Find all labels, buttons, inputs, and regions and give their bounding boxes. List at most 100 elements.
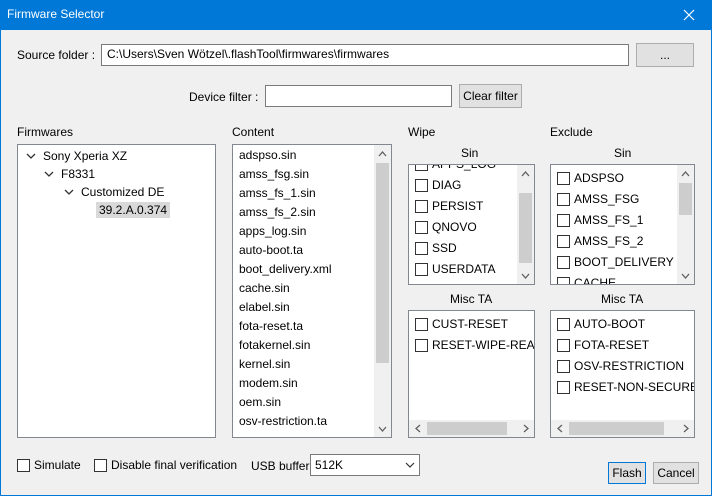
exclude-ta-item[interactable]: FOTA-RESET: [557, 338, 649, 352]
exclude-sin-item[interactable]: CACHE: [557, 276, 616, 284]
flash-button[interactable]: Flash: [608, 462, 646, 484]
clear-filter-button[interactable]: Clear filter: [459, 84, 522, 108]
wipe-sin-item[interactable]: PERSIST: [415, 199, 483, 213]
exclude-ta-item[interactable]: OSV-RESTRICTION: [557, 359, 684, 373]
content-list[interactable]: adspso.sin amss_fsg.sin amss_fs_1.sin amss_…: [232, 144, 392, 438]
tree-node-customization[interactable]: Customized DE: [62, 185, 164, 199]
exclude-ta-checkbox[interactable]: [557, 380, 570, 394]
wipe-sin-item[interactable]: USERDATA: [415, 262, 496, 276]
firmwares-heading: Firmwares: [17, 125, 73, 139]
wipe-sin-checkbox[interactable]: [415, 241, 428, 255]
arrow-left-icon[interactable]: [409, 420, 426, 437]
arrow-right-icon[interactable]: [677, 420, 694, 437]
wipe-sin-checkbox[interactable]: [415, 178, 428, 192]
content-item[interactable]: elabel.sin: [239, 300, 290, 314]
disable-verification-checkbox[interactable]: Disable final verification: [94, 458, 237, 472]
tree-node-version[interactable]: 39.2.A.0.374: [96, 202, 171, 218]
exclude-sin-scrollbar[interactable]: [677, 165, 694, 284]
content-item[interactable]: amss_fs_1.sin: [239, 186, 316, 200]
source-folder-field[interactable]: C:\Users\Sven Wötzel\.flashTool\firmware…: [101, 44, 629, 66]
content-item[interactable]: apps_log.sin: [239, 224, 306, 238]
device-filter-input[interactable]: [265, 85, 452, 107]
simulate-checkbox-box[interactable]: [17, 458, 30, 472]
content-item-label: auto-boot.ta: [239, 243, 304, 257]
arrow-up-icon[interactable]: [517, 165, 534, 182]
arrow-up-icon[interactable]: [374, 145, 391, 162]
wipe-ta-list[interactable]: CUST-RESET RESET-WIPE-REASON: [408, 310, 535, 438]
wipe-sin-list[interactable]: APPS_LOG DIAG PERSIST QNOVO SSD USERDATA: [408, 164, 535, 285]
browse-button[interactable]: ...: [636, 43, 694, 67]
wipe-ta-scroll-thumb[interactable]: [427, 422, 507, 435]
exclude-sin-checkbox[interactable]: [557, 213, 570, 227]
exclude-ta-hscrollbar[interactable]: [551, 420, 694, 437]
close-icon[interactable]: [666, 0, 712, 30]
exclude-ta-list[interactable]: AUTO-BOOT FOTA-RESET OSV-RESTRICTION RESET-…: [550, 310, 695, 438]
wipe-sin-scroll-thumb[interactable]: [519, 193, 532, 263]
content-item[interactable]: kernel.sin: [239, 357, 290, 371]
exclude-sin-checkbox[interactable]: [557, 255, 570, 269]
exclude-ta-checkbox[interactable]: [557, 338, 570, 352]
exclude-sin-item[interactable]: AMSS_FS_1: [557, 213, 643, 227]
content-item[interactable]: fota-reset.ta: [239, 319, 303, 333]
usb-buffer-select[interactable]: 512K: [310, 454, 420, 476]
exclude-ta-item[interactable]: AUTO-BOOT: [557, 317, 645, 331]
exclude-ta-item[interactable]: RESET-NON-SECURE-ADC: [557, 380, 694, 394]
content-item[interactable]: oem.sin: [239, 395, 281, 409]
exclude-sin-item[interactable]: AMSS_FS_2: [557, 234, 643, 248]
wipe-sin-item[interactable]: QNOVO: [415, 220, 477, 234]
wipe-ta-hscrollbar[interactable]: [409, 420, 534, 437]
exclude-sin-item[interactable]: BOOT_DELIVERY: [557, 255, 674, 269]
wipe-sin-checkbox[interactable]: [415, 165, 428, 171]
wipe-sin-item[interactable]: SSD: [415, 241, 457, 255]
arrow-right-icon[interactable]: [517, 420, 534, 437]
tree-node-device[interactable]: Sony Xperia XZ: [24, 149, 127, 163]
chevron-down-icon[interactable]: [24, 149, 38, 163]
disable-verification-checkbox-box[interactable]: [94, 458, 107, 472]
chevron-down-icon[interactable]: [401, 455, 419, 475]
wipe-sin-item[interactable]: APPS_LOG: [415, 165, 496, 171]
wipe-sin-checkbox[interactable]: [415, 220, 428, 234]
wipe-sin-scrollbar[interactable]: [517, 165, 534, 284]
wipe-ta-item[interactable]: RESET-WIPE-REASON: [415, 338, 534, 352]
tree-node-model[interactable]: F8331: [42, 167, 95, 181]
arrow-down-icon[interactable]: [517, 267, 534, 284]
arrow-left-icon[interactable]: [551, 420, 568, 437]
content-item[interactable]: osv-restriction.ta: [239, 414, 327, 428]
wipe-sin-item[interactable]: DIAG: [415, 178, 461, 192]
exclude-sin-checkbox[interactable]: [557, 192, 570, 206]
exclude-sin-checkbox[interactable]: [557, 234, 570, 248]
content-item[interactable]: cache.sin: [239, 281, 290, 295]
exclude-sin-item[interactable]: ADSPSO: [557, 171, 624, 185]
content-item[interactable]: auto-boot.ta: [239, 243, 303, 257]
content-item[interactable]: adspso.sin: [239, 148, 296, 162]
exclude-sin-checkbox[interactable]: [557, 276, 570, 284]
cancel-button[interactable]: Cancel: [653, 462, 699, 484]
wipe-ta-checkbox[interactable]: [415, 338, 428, 352]
content-item[interactable]: amss_fs_2.sin: [239, 205, 316, 219]
content-item[interactable]: modem.sin: [239, 376, 298, 390]
wipe-ta-item[interactable]: CUST-RESET: [415, 317, 508, 331]
exclude-sin-list[interactable]: ADSPSO AMSS_FSG AMSS_FS_1 AMSS_FS_2 BOOT_DEL…: [550, 164, 695, 285]
content-item[interactable]: amss_fsg.sin: [239, 167, 309, 181]
chevron-down-icon[interactable]: [42, 167, 56, 181]
exclude-sin-item[interactable]: AMSS_FSG: [557, 192, 639, 206]
exclude-ta-checkbox[interactable]: [557, 359, 570, 373]
content-scrollbar[interactable]: [374, 145, 391, 437]
exclude-sin-scroll-thumb[interactable]: [679, 183, 692, 215]
exclude-ta-checkbox[interactable]: [557, 317, 570, 331]
content-item[interactable]: boot_delivery.xml: [239, 262, 331, 276]
arrow-down-icon[interactable]: [677, 267, 694, 284]
exclude-ta-item-label: FOTA-RESET: [574, 338, 650, 352]
exclude-ta-scroll-thumb[interactable]: [569, 422, 664, 435]
exclude-sin-item-label: BOOT_DELIVERY: [574, 255, 674, 269]
content-scroll-thumb[interactable]: [376, 163, 389, 363]
wipe-sin-checkbox[interactable]: [415, 262, 428, 276]
simulate-checkbox[interactable]: Simulate: [17, 458, 81, 472]
wipe-sin-checkbox[interactable]: [415, 199, 428, 213]
wipe-ta-checkbox[interactable]: [415, 317, 428, 331]
arrow-up-icon[interactable]: [677, 165, 694, 182]
chevron-down-icon[interactable]: [62, 185, 76, 199]
content-item[interactable]: fotakernel.sin: [239, 338, 310, 352]
exclude-sin-checkbox[interactable]: [557, 171, 570, 185]
arrow-down-icon[interactable]: [374, 420, 391, 437]
